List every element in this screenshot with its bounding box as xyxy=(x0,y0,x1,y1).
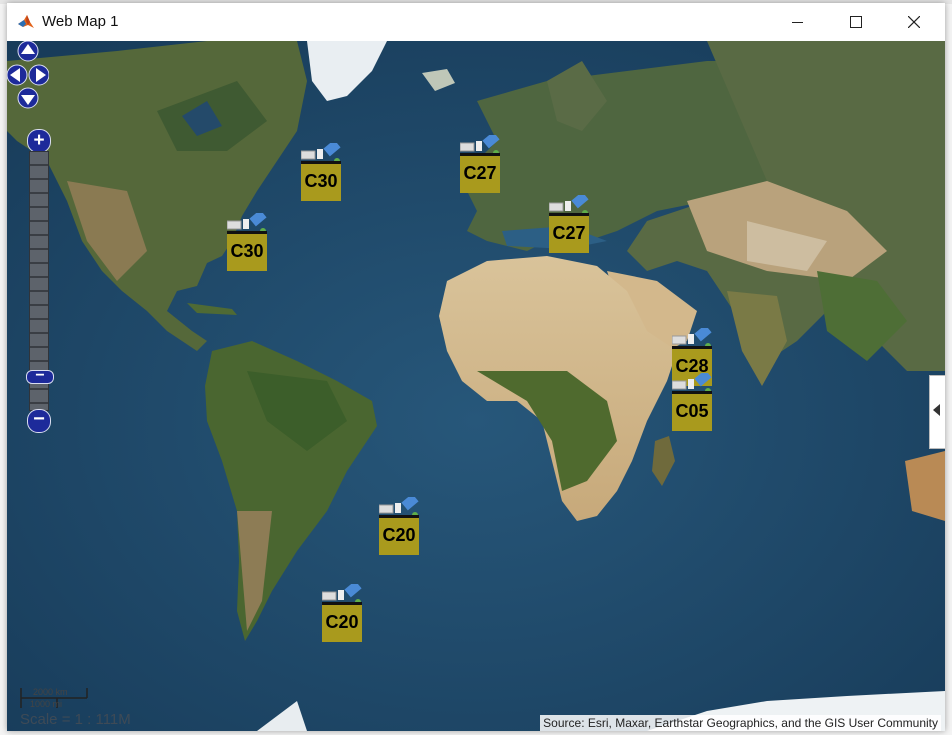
satellite-marker[interactable]: C30 xyxy=(227,213,287,271)
satellite-marker[interactable]: C20 xyxy=(379,497,439,555)
zoom-slider-handle[interactable]: − xyxy=(26,368,54,384)
window-title: Web Map 1 xyxy=(42,13,119,30)
marker-label: C05 xyxy=(675,401,709,421)
minimize-icon xyxy=(792,22,803,23)
satellite-marker[interactable]: C27 xyxy=(460,135,520,193)
satellite-marker[interactable]: C28 xyxy=(672,328,732,386)
zoom-out-button[interactable]: − xyxy=(27,409,51,433)
satellite-marker[interactable]: C05 xyxy=(672,373,732,431)
zoom-in-button[interactable]: + xyxy=(27,129,51,153)
scale-mi-label: 1000 mi xyxy=(30,699,63,709)
maximize-icon xyxy=(850,16,862,28)
map-attribution: Source: Esri, Maxar, Earthstar Geographi… xyxy=(540,715,941,731)
close-button[interactable] xyxy=(891,3,937,41)
layer-panel-toggle[interactable] xyxy=(929,375,945,449)
close-icon xyxy=(908,16,920,28)
map-view[interactable]: + − − C30 C30 C27 C27 C28 C05 C20 C20 20… xyxy=(7,41,945,731)
scale-km-label: 2000 km xyxy=(33,687,68,697)
scale-bar: 2000 km 1000 mi xyxy=(19,686,109,714)
marker-label: C30 xyxy=(230,241,264,261)
minimize-button[interactable] xyxy=(775,3,821,41)
pan-control[interactable] xyxy=(7,41,49,109)
marker-label: C27 xyxy=(552,223,586,243)
title-bar[interactable]: Web Map 1 xyxy=(7,3,945,41)
satellite-marker[interactable]: C27 xyxy=(549,195,609,253)
web-map-window: Web Map 1 + − − C30 C30 C27 C27 C28 C05 … xyxy=(7,3,945,731)
marker-label: C30 xyxy=(304,171,338,191)
maximize-button[interactable] xyxy=(833,3,879,41)
satellite-marker[interactable]: C20 xyxy=(322,584,382,642)
matlab-icon xyxy=(18,15,34,28)
marker-label: C27 xyxy=(463,163,497,183)
marker-label: C20 xyxy=(325,612,359,632)
marker-label: C20 xyxy=(382,525,416,545)
chevron-left-icon xyxy=(933,404,940,416)
scale-ratio: Scale = 1 : 111M xyxy=(20,711,131,728)
satellite-marker[interactable]: C30 xyxy=(301,143,361,201)
